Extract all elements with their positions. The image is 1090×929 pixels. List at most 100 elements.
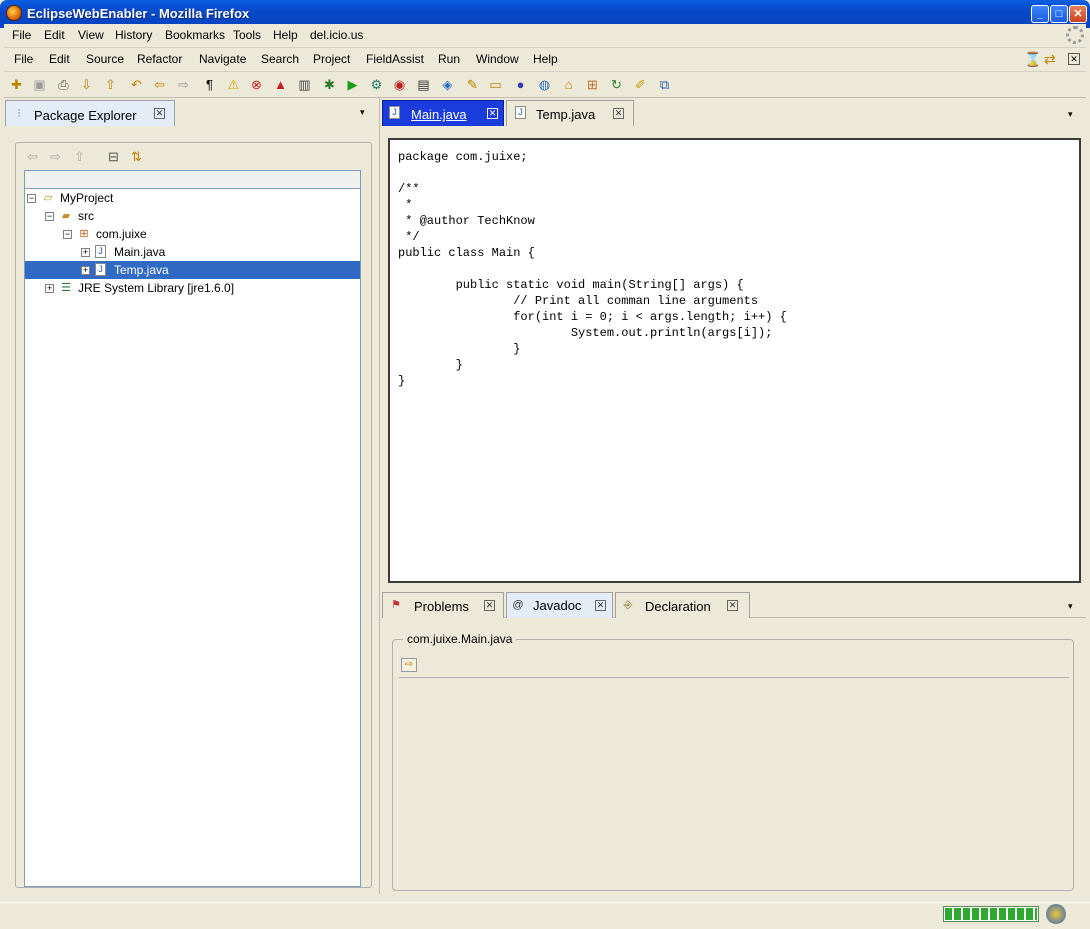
- tree-item-com-juixe[interactable]: − ⊞ com.juixe: [25, 225, 360, 243]
- close-button[interactable]: ✕: [1069, 5, 1087, 23]
- menu-file[interactable]: File: [14, 52, 33, 66]
- run-config-icon[interactable]: ⚙: [368, 76, 385, 93]
- status-globe-icon[interactable]: [1046, 904, 1066, 924]
- folder-icon[interactable]: ▭: [487, 76, 504, 93]
- ff-menu-history[interactable]: History: [115, 28, 152, 42]
- expand-icon[interactable]: +: [45, 284, 54, 293]
- menu-edit[interactable]: Edit: [49, 52, 70, 66]
- menu-window[interactable]: Window: [476, 52, 519, 66]
- nav-back-icon[interactable]: ⇦: [24, 148, 41, 165]
- collapse-icon[interactable]: −: [45, 212, 54, 221]
- close-tab-icon[interactable]: ✕: [595, 600, 606, 611]
- document-icon[interactable]: ▤: [415, 76, 432, 93]
- windows-icon[interactable]: ⧉: [656, 76, 673, 93]
- divider: [399, 677, 1069, 678]
- warning-icon[interactable]: ⚠: [225, 76, 242, 93]
- tree-label: Main.java: [114, 245, 166, 259]
- open-folder-icon[interactable]: ⌂: [560, 76, 577, 93]
- tab-javadoc[interactable]: @ Javadoc ✕: [506, 592, 613, 618]
- tree-item-temp-java[interactable]: + J Temp.java: [25, 261, 360, 279]
- close-tab-icon[interactable]: ✕: [154, 108, 165, 119]
- refresh-icon[interactable]: ↻: [608, 76, 625, 93]
- tab-label: Package Explorer: [34, 108, 137, 123]
- globe-icon[interactable]: ◍: [536, 76, 553, 93]
- tab-declaration[interactable]: ⎆ Declaration ✕: [615, 592, 750, 618]
- view-menu-chevron-icon[interactable]: ▾: [360, 107, 365, 118]
- view-list-chevron-icon[interactable]: ▾: [1068, 601, 1073, 612]
- code-editor[interactable]: package com.juixe; /** * * @author TechK…: [388, 138, 1081, 583]
- menu-search[interactable]: Search: [261, 52, 299, 66]
- error-icon[interactable]: ⊗: [248, 76, 265, 93]
- external-tools-icon[interactable]: ◉: [391, 76, 408, 93]
- project-folder-icon: ▱: [43, 192, 53, 204]
- new-icon[interactable]: ✚: [8, 76, 25, 93]
- close-tab-icon[interactable]: ✕: [727, 600, 738, 611]
- java-file-icon: J: [389, 106, 400, 119]
- sync-icon[interactable]: ⇄: [1044, 51, 1056, 68]
- export-icon[interactable]: ⇧: [102, 76, 119, 93]
- ff-menu-delicious[interactable]: del.icio.us: [310, 28, 363, 42]
- tab-problems[interactable]: ⚑ Problems ✕: [382, 592, 504, 618]
- collapse-icon[interactable]: −: [63, 230, 72, 239]
- tree-label: Temp.java: [114, 263, 169, 277]
- close-tab-icon[interactable]: ✕: [487, 108, 498, 119]
- debug-icon[interactable]: ✱: [321, 76, 338, 93]
- close-tab-icon[interactable]: ✕: [484, 600, 495, 611]
- menu-fieldassist[interactable]: FieldAssist: [366, 52, 424, 66]
- maximize-button[interactable]: □: [1050, 5, 1068, 23]
- close-tab-icon[interactable]: ✕: [613, 108, 624, 119]
- ff-menu-file[interactable]: File: [12, 28, 31, 42]
- nav-forward-icon[interactable]: ⇨: [47, 148, 64, 165]
- firefox-logo-icon: [6, 5, 22, 21]
- package-icon[interactable]: ⊞: [584, 76, 601, 93]
- ff-menu-edit[interactable]: Edit: [44, 28, 65, 42]
- tree-item-main-java[interactable]: + J Main.java: [25, 243, 360, 261]
- java-file-icon: J: [515, 106, 526, 119]
- ff-menu-bookmarks[interactable]: Bookmarks: [165, 28, 225, 42]
- tree-item-jre-library[interactable]: + ☰ JRE System Library [jre1.6.0]: [25, 279, 360, 297]
- collapse-icon[interactable]: −: [27, 194, 36, 203]
- ff-menu-help[interactable]: Help: [273, 28, 298, 42]
- minimize-button[interactable]: _: [1031, 5, 1049, 23]
- expand-icon[interactable]: +: [81, 266, 90, 275]
- javadoc-title: com.juixe.Main.java: [403, 632, 517, 646]
- throbber-icon: [1066, 26, 1084, 44]
- sphere-icon[interactable]: ●: [512, 76, 529, 93]
- nav-up-icon[interactable]: ⇧: [71, 148, 88, 165]
- close-perspective-icon[interactable]: ✕: [1068, 53, 1080, 65]
- mountain-icon[interactable]: ▲: [272, 76, 289, 93]
- collapse-all-icon[interactable]: ⊟: [105, 148, 122, 165]
- import-icon[interactable]: ⇩: [78, 76, 95, 93]
- menu-source[interactable]: Source: [86, 52, 124, 66]
- window-title: EclipseWebEnabler - Mozilla Firefox: [27, 6, 250, 21]
- open-declaration-icon[interactable]: ⇨: [401, 658, 417, 672]
- editor-list-chevron-icon[interactable]: ▾: [1068, 109, 1073, 120]
- tab-main-java[interactable]: J Main.java ✕: [382, 100, 504, 126]
- expand-icon[interactable]: +: [81, 248, 90, 257]
- link-editor-icon[interactable]: ⇅: [128, 148, 145, 165]
- ff-menu-tools[interactable]: Tools: [233, 28, 261, 42]
- menu-project[interactable]: Project: [313, 52, 350, 66]
- brush-icon[interactable]: ✐: [632, 76, 649, 93]
- menu-help[interactable]: Help: [533, 52, 558, 66]
- ff-menu-view[interactable]: View: [78, 28, 104, 42]
- menu-refactor[interactable]: Refactor: [137, 52, 182, 66]
- print-icon[interactable]: ⎙: [55, 76, 72, 93]
- eclipse-menubar: File Edit Source Refactor Navigate Searc…: [4, 48, 1086, 72]
- menu-run[interactable]: Run: [438, 52, 460, 66]
- wand-icon[interactable]: ✎: [464, 76, 481, 93]
- status-bar: [0, 902, 1090, 929]
- tree-item-myproject[interactable]: − ▱ MyProject: [25, 189, 360, 207]
- menu-navigate[interactable]: Navigate: [199, 52, 246, 66]
- forward-icon[interactable]: ⇨: [175, 76, 192, 93]
- chart-icon[interactable]: ▥: [296, 76, 313, 93]
- tree-item-src[interactable]: − ▰ src: [25, 207, 360, 225]
- tab-temp-java[interactable]: J Temp.java ✕: [506, 100, 634, 126]
- save-icon[interactable]: ▣: [31, 76, 48, 93]
- back-icon[interactable]: ⇦: [151, 76, 168, 93]
- pilcrow-icon[interactable]: ¶: [201, 76, 218, 93]
- undo-icon[interactable]: ↶: [128, 76, 145, 93]
- open-type-icon[interactable]: ◈: [439, 76, 456, 93]
- tab-package-explorer[interactable]: ⫶ Package Explorer ✕: [5, 100, 175, 126]
- run-icon[interactable]: ▶: [344, 76, 361, 93]
